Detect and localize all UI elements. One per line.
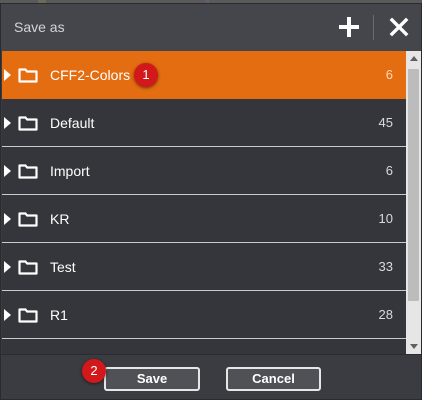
- add-folder-button[interactable]: [336, 14, 362, 40]
- header-divider: [373, 15, 374, 40]
- dialog-title: Save as: [14, 19, 65, 35]
- scroll-up-arrow-icon[interactable]: [410, 56, 418, 61]
- dialog-header: Save as: [1, 4, 421, 51]
- list-scrollbar[interactable]: [406, 51, 421, 354]
- expand-arrow-icon[interactable]: [4, 165, 11, 177]
- folder-row-import[interactable]: Import 6: [2, 147, 406, 195]
- expand-arrow-icon[interactable]: [4, 117, 11, 129]
- scrollbar-thumb[interactable]: [408, 69, 419, 301]
- close-icon: [389, 17, 409, 37]
- expand-arrow-icon[interactable]: [4, 69, 11, 81]
- folder-count: 28: [378, 307, 393, 322]
- expand-arrow-icon[interactable]: [4, 261, 11, 273]
- folder-count: 10: [378, 211, 393, 226]
- folder-icon: [18, 260, 38, 275]
- step-marker-2: 2: [82, 359, 106, 383]
- folder-count: 45: [378, 115, 393, 130]
- save-as-dialog: Save as CFF2-Colors 6 Default 45 Import …: [0, 3, 422, 400]
- folder-row-default[interactable]: Default 45: [2, 99, 406, 147]
- folder-count: 6: [385, 163, 393, 178]
- expand-arrow-icon[interactable]: [4, 213, 11, 225]
- folder-icon: [18, 68, 38, 83]
- save-button[interactable]: Save: [104, 367, 200, 391]
- folder-name: R1: [50, 307, 68, 323]
- folder-row-kr[interactable]: KR 10: [2, 195, 406, 243]
- folder-row-cff2-colors[interactable]: CFF2-Colors 6: [2, 51, 406, 99]
- dialog-footer: Save Cancel: [1, 354, 421, 399]
- plus-icon: [339, 17, 359, 37]
- folder-icon: [18, 164, 38, 179]
- folder-count: 6: [385, 67, 393, 82]
- cancel-button[interactable]: Cancel: [226, 367, 321, 391]
- folder-name: Test: [50, 259, 76, 275]
- folder-name: Import: [50, 163, 90, 179]
- folder-row-r1[interactable]: R1 28: [2, 291, 406, 339]
- step-marker-1: 1: [134, 63, 158, 87]
- close-button[interactable]: [386, 14, 412, 40]
- folder-name: CFF2-Colors: [50, 67, 131, 83]
- folder-icon: [18, 116, 38, 131]
- expand-arrow-icon[interactable]: [4, 309, 11, 321]
- folder-name: Default: [50, 115, 95, 131]
- folder-row-test[interactable]: Test 33: [2, 243, 406, 291]
- folder-list: CFF2-Colors 6 Default 45 Import 6 KR 10 …: [2, 51, 406, 354]
- folder-name: KR: [50, 211, 70, 227]
- folder-count: 33: [378, 259, 393, 274]
- scroll-down-arrow-icon[interactable]: [410, 344, 418, 349]
- folder-icon: [18, 212, 38, 227]
- folder-icon: [18, 308, 38, 323]
